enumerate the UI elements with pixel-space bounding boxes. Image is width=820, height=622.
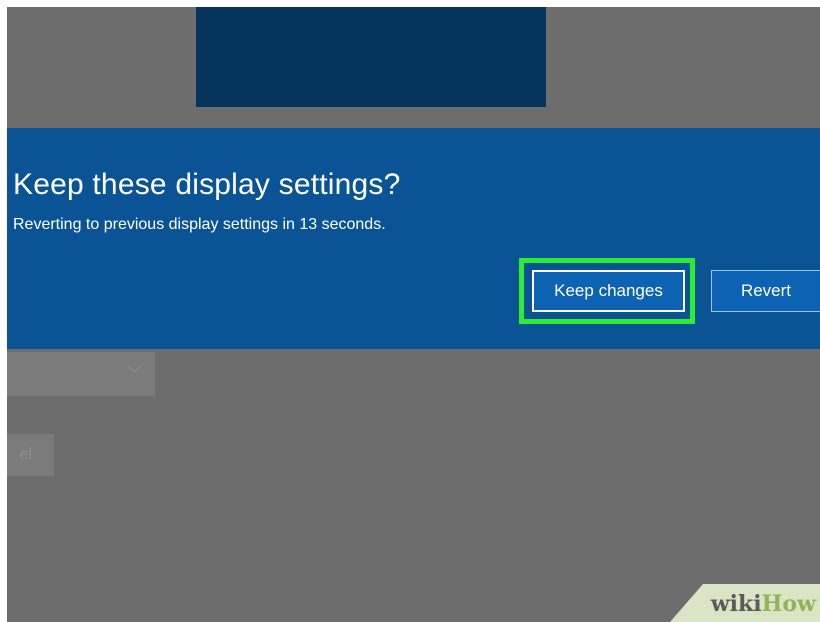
wikihow-logo: wikiHow <box>711 591 816 617</box>
keep-changes-button[interactable]: Keep changes <box>532 270 685 312</box>
wikihow-watermark: wikiHow <box>670 584 820 622</box>
cancel-button-label: el <box>19 446 32 463</box>
wikihow-logo-wiki: wiki <box>710 591 762 617</box>
revert-button[interactable]: Revert <box>711 270 820 312</box>
monitor-preview <box>196 7 546 107</box>
settings-screen: el Keep these display settings? Revertin… <box>7 7 820 622</box>
chevron-down-icon <box>127 365 141 373</box>
keep-settings-dialog: Keep these display settings? Reverting t… <box>7 128 820 349</box>
dialog-title: Keep these display settings? <box>13 168 401 201</box>
cancel-button[interactable]: el <box>7 434 54 476</box>
resolution-dropdown[interactable] <box>7 352 155 396</box>
dialog-message: Reverting to previous display settings i… <box>13 216 386 233</box>
wikihow-logo-how: How <box>761 591 816 617</box>
